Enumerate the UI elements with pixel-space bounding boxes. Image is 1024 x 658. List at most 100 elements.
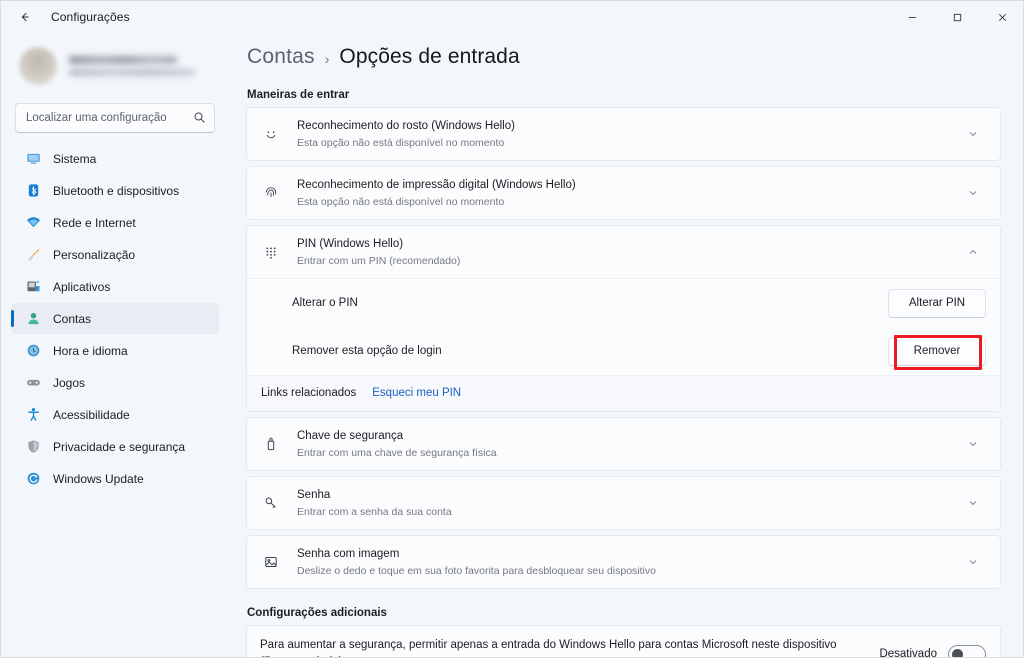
card-subtitle: Entrar com um PIN (recomendado) xyxy=(297,254,461,267)
key-icon xyxy=(260,494,282,512)
avatar xyxy=(19,47,57,85)
profile-email-blurred xyxy=(69,69,195,76)
sidebar-item-contas[interactable]: Contas xyxy=(11,303,219,334)
chevron-down-icon[interactable] xyxy=(960,438,986,450)
search-container xyxy=(15,103,215,133)
card-fingerprint[interactable]: Reconhecimento de impressão digital (Win… xyxy=(246,166,1001,220)
card-subtitle: Deslize o dedo e toque em sua foto favor… xyxy=(297,564,656,577)
update-icon xyxy=(25,471,41,487)
card-title: Chave de segurança xyxy=(297,429,404,442)
card-header[interactable]: Reconhecimento do rosto (Windows Hello) … xyxy=(247,108,1000,160)
breadcrumb-separator: › xyxy=(324,50,330,67)
app-title: Configurações xyxy=(51,10,130,24)
card-title: Reconhecimento do rosto (Windows Hello) xyxy=(297,119,515,132)
sidebar-item-sistema[interactable]: Sistema xyxy=(11,143,219,174)
card-title: Reconhecimento de impressão digital (Win… xyxy=(297,178,576,191)
change-pin-button[interactable]: Alterar PIN xyxy=(888,288,986,318)
card-text: Senha Entrar com a senha da sua conta xyxy=(297,488,960,519)
card-subtitle: Esta opção não está disponível no moment… xyxy=(297,195,505,208)
sidebar-item-bluetooth-e-dispositivos[interactable]: Bluetooth e dispositivos xyxy=(11,175,219,206)
clock-icon xyxy=(25,343,41,359)
sidebar-item-label: Privacidade e segurança xyxy=(53,439,186,454)
related-links: Links relacionados Esqueci meu PIN xyxy=(247,375,1000,411)
close-icon xyxy=(998,13,1007,21)
main-content: Contas › Opções de entrada Maneiras de e… xyxy=(229,33,1023,658)
chevron-down-icon[interactable] xyxy=(960,556,986,568)
card-header[interactable]: Senha com imagem Deslize o dedo e toque … xyxy=(247,536,1000,588)
card-header[interactable]: PIN (Windows Hello) Entrar com um PIN (r… xyxy=(247,226,1000,278)
card-header[interactable]: Reconhecimento de impressão digital (Win… xyxy=(247,167,1000,219)
hello-only-toggle[interactable] xyxy=(948,644,986,657)
shield-icon xyxy=(25,439,41,455)
page-title: Opções de entrada xyxy=(339,45,520,68)
fingerprint-icon xyxy=(260,184,282,202)
chevron-down-icon[interactable] xyxy=(960,497,986,509)
minimize-button[interactable] xyxy=(890,1,935,33)
title-bar: Configurações xyxy=(1,1,1023,33)
search-input[interactable] xyxy=(15,103,215,133)
toggle-container: Desativado xyxy=(879,644,986,658)
picture-icon xyxy=(260,553,282,571)
card-header[interactable]: Senha Entrar com a senha da sua conta xyxy=(247,477,1000,529)
sidebar-item-personalizacao[interactable]: Personalização xyxy=(11,239,219,270)
maximize-button[interactable] xyxy=(935,1,980,33)
card-hello-only: Para aumentar a segurança, permitir apen… xyxy=(246,625,1001,658)
breadcrumb-parent[interactable]: Contas xyxy=(247,45,315,69)
sidebar-item-hora-e-idioma[interactable]: Hora e idioma xyxy=(11,335,219,366)
face-recognition-icon xyxy=(260,125,282,143)
card-text: PIN (Windows Hello) Entrar com um PIN (r… xyxy=(297,237,960,268)
row-remove-pin: Remover esta opção de login Remover xyxy=(247,327,1000,375)
card-text: Reconhecimento de impressão digital (Win… xyxy=(297,178,960,209)
card-subtitle: Entrar com a senha da sua conta xyxy=(297,505,452,518)
card-title: Senha com imagem xyxy=(297,547,400,560)
section-title-sign-in: Maneiras de entrar xyxy=(247,89,350,101)
chevron-down-icon[interactable] xyxy=(960,187,986,199)
sidebar-item-label: Jogos xyxy=(53,375,86,390)
profile-text-redacted xyxy=(69,56,195,76)
sidebar-item-jogos[interactable]: Jogos xyxy=(11,367,219,398)
person-icon xyxy=(25,311,41,327)
row-label: Remover esta opção de login xyxy=(292,345,442,357)
hello-only-label: Para aumentar a segurança, permitir apen… xyxy=(260,639,837,657)
card-face-recognition[interactable]: Reconhecimento do rosto (Windows Hello) … xyxy=(246,107,1001,161)
sidebar: Sistema Bluetooth e dispositivos Rede e … xyxy=(1,33,229,657)
card-password[interactable]: Senha Entrar com a senha da sua conta xyxy=(246,476,1001,530)
sidebar-item-rede-e-internet[interactable]: Rede e Internet xyxy=(11,207,219,238)
bluetooth-icon xyxy=(25,183,41,199)
security-key-icon xyxy=(260,435,282,453)
remove-button[interactable]: Remover xyxy=(888,336,986,366)
user-profile[interactable] xyxy=(9,33,221,95)
card-pin[interactable]: PIN (Windows Hello) Entrar com um PIN (r… xyxy=(246,225,1001,412)
close-button[interactable] xyxy=(980,1,1023,33)
maximize-icon xyxy=(953,13,962,21)
card-security-key[interactable]: Chave de segurança Entrar com uma chave … xyxy=(246,417,1001,471)
chevron-up-icon[interactable] xyxy=(960,246,986,258)
window-controls xyxy=(890,1,1023,33)
wifi-icon xyxy=(25,215,41,231)
card-text: Chave de segurança Entrar com uma chave … xyxy=(297,429,960,460)
chevron-down-icon[interactable] xyxy=(960,128,986,140)
row-change-pin: Alterar o PIN Alterar PIN xyxy=(247,279,1000,327)
back-button[interactable] xyxy=(9,1,41,33)
sidebar-item-windows-update[interactable]: Windows Update xyxy=(11,463,219,494)
card-text: Reconhecimento do rosto (Windows Hello) … xyxy=(297,119,960,150)
settings-window: Configurações Localizar uma configuração… xyxy=(0,0,1024,658)
apps-icon xyxy=(25,279,41,295)
forgot-pin-link[interactable]: Esqueci meu PIN xyxy=(372,387,461,399)
sidebar-item-aplicativos[interactable]: Aplicativos xyxy=(11,271,219,302)
sidebar-item-label: Acessibilidade xyxy=(53,407,130,422)
toggle-knob xyxy=(952,648,963,657)
pin-keypad-icon xyxy=(260,243,282,261)
sidebar-item-label: Sistema xyxy=(53,151,97,166)
sidebar-item-privacidade-e-seguranca[interactable]: Privacidade e segurança xyxy=(11,431,219,462)
card-text: Senha com imagem Deslize o dedo e toque … xyxy=(297,547,960,578)
arrow-left-icon xyxy=(21,12,29,22)
card-picture-password[interactable]: Senha com imagem Deslize o dedo e toque … xyxy=(246,535,1001,589)
profile-name-blurred xyxy=(69,56,177,64)
card-header[interactable]: Chave de segurança Entrar com uma chave … xyxy=(247,418,1000,470)
toggle-state-label: Desativado xyxy=(879,648,937,658)
related-links-label: Links relacionados xyxy=(261,386,357,399)
sidebar-item-acessibilidade[interactable]: Acessibilidade xyxy=(11,399,219,430)
sidebar-item-label: Hora e idioma xyxy=(53,343,128,358)
card-subtitle: Esta opção não está disponível no moment… xyxy=(297,136,505,149)
